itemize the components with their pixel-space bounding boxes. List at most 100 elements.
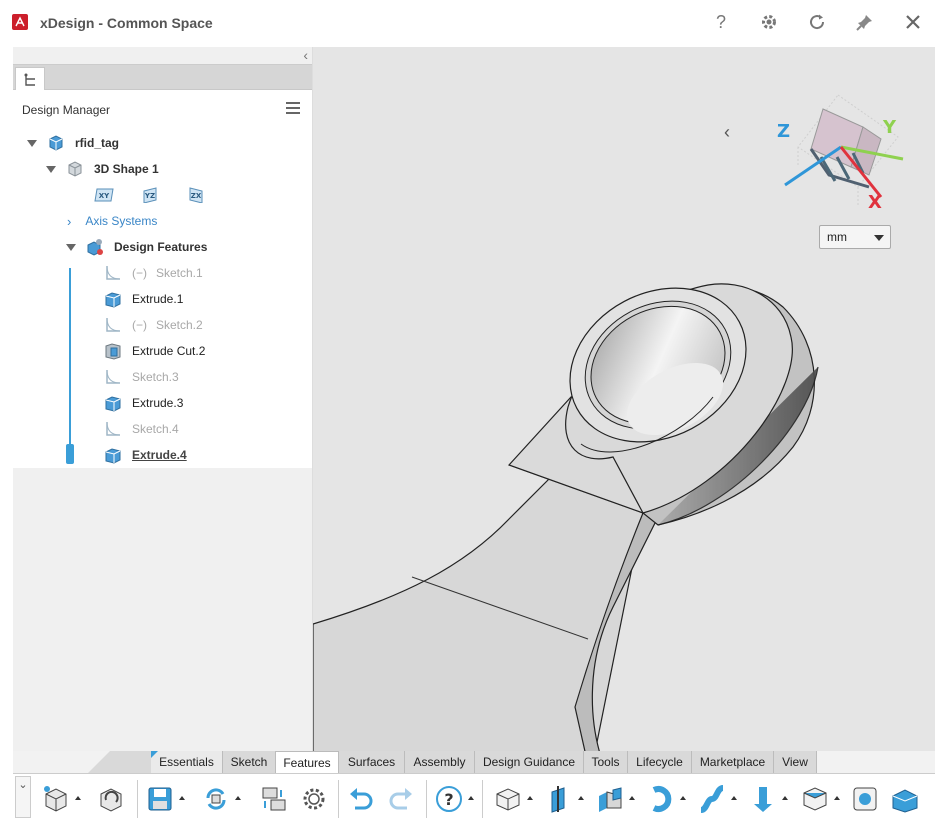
feature-extrude-4[interactable]: Extrude.4: [104, 444, 187, 466]
app-logo-icon: [12, 14, 28, 30]
expand-icon[interactable]: [46, 165, 56, 173]
menu-icon[interactable]: [286, 102, 300, 116]
sketch-icon: [106, 265, 121, 280]
svg-text:?: ?: [444, 790, 453, 809]
shell-icon[interactable]: [798, 782, 840, 816]
revolve-icon[interactable]: [644, 782, 686, 816]
fillet-icon[interactable]: [887, 782, 921, 816]
design-manager-title: Design Manager: [22, 103, 111, 117]
root-label: rfid_tag: [75, 136, 120, 150]
expand-icon[interactable]: [66, 243, 76, 251]
feature-extrude-cut-2[interactable]: Extrude Cut.2: [104, 340, 205, 362]
gear-icon[interactable]: [297, 782, 331, 816]
axis-x-label: X: [868, 192, 882, 213]
axis-systems-node[interactable]: › Axis Systems: [67, 210, 157, 232]
design-manager-header: Design Manager: [13, 90, 312, 130]
sweep-icon[interactable]: [695, 782, 737, 816]
window-title: xDesign - Common Space: [40, 15, 213, 31]
zx-plane-icon[interactable]: ZX: [185, 187, 207, 203]
svg-text:ZX: ZX: [191, 192, 202, 200]
feature-label: Sketch.2: [156, 318, 203, 332]
tab-essentials[interactable]: Essentials: [151, 751, 223, 773]
tab-lifecycle[interactable]: Lifecycle: [628, 751, 692, 773]
3d-viewport[interactable]: Z Y X: [313, 47, 935, 751]
collapse-panel-icon[interactable]: ‹: [303, 47, 308, 63]
feature-sketch-4[interactable]: Sketch.4: [104, 418, 179, 440]
design-manager-panel: ‹ Design Manager rfid_tag 3D Shape 1 XY …: [13, 47, 313, 751]
panel-collapse-bar: ‹: [13, 47, 312, 65]
extrude-icon[interactable]: [491, 782, 533, 816]
tree-root-node[interactable]: rfid_tag: [27, 132, 119, 154]
tab-features[interactable]: Features: [276, 751, 339, 773]
feature-label: Extrude.3: [132, 396, 184, 410]
tab-surfaces[interactable]: Surfaces: [339, 751, 405, 773]
tab-design-guidance[interactable]: Design Guidance: [475, 751, 584, 773]
expand-icon[interactable]: [27, 139, 37, 147]
replace-icon[interactable]: [257, 782, 291, 816]
feature-label: Extrude Cut.2: [132, 344, 206, 358]
pin-icon[interactable]: [853, 10, 877, 34]
extrude-icon: [105, 396, 121, 412]
new-part-icon[interactable]: [39, 782, 81, 816]
history-timeline-bar: [69, 268, 71, 452]
extrude-icon: [105, 448, 121, 464]
feature-tree: rfid_tag 3D Shape 1 XY YZ ZX › Axis Syst…: [13, 130, 312, 468]
3d-shape-icon: [68, 161, 82, 177]
feature-extrude-1[interactable]: Extrude.1: [104, 288, 183, 310]
tab-sketch[interactable]: Sketch: [223, 751, 276, 773]
yz-plane-icon[interactable]: YZ: [139, 187, 161, 203]
tree-icon[interactable]: [15, 67, 45, 91]
feature-sketch-2[interactable]: (−) Sketch.2: [104, 314, 203, 336]
design-features-label: Design Features: [114, 240, 208, 254]
design-features-icon: [87, 239, 103, 256]
rollback-handle[interactable]: [66, 444, 74, 464]
title-bar: xDesign - Common Space ?: [0, 0, 946, 44]
planes-row: XY YZ ZX: [93, 184, 231, 206]
view-triad[interactable]: Z Y X: [763, 87, 913, 217]
units-value: mm: [827, 230, 847, 244]
extrude-cut-icon: [105, 343, 121, 360]
refresh-icon[interactable]: [805, 10, 829, 34]
help-icon[interactable]: ?: [432, 782, 474, 816]
tab-marketplace[interactable]: Marketplace: [692, 751, 774, 773]
save-icon[interactable]: [143, 782, 185, 816]
rebuild-icon[interactable]: [94, 782, 128, 816]
sync-icon[interactable]: [199, 782, 241, 816]
pull-icon[interactable]: [746, 782, 788, 816]
close-icon[interactable]: [901, 10, 925, 34]
feature-sketch-3[interactable]: Sketch.3: [104, 366, 179, 388]
hole-icon[interactable]: [848, 782, 882, 816]
tab-view[interactable]: View: [774, 751, 817, 773]
chevron-left-icon[interactable]: ‹: [724, 122, 730, 143]
part-icon: [49, 135, 63, 151]
boss-icon[interactable]: [593, 782, 635, 816]
undo-icon[interactable]: [344, 782, 378, 816]
redo-icon[interactable]: [384, 782, 418, 816]
units-dropdown[interactable]: mm: [819, 225, 891, 249]
feature-label: Extrude.1: [132, 292, 184, 306]
axis-systems-label: Axis Systems: [85, 214, 158, 228]
sketch-icon: [106, 317, 121, 332]
shape-node[interactable]: 3D Shape 1: [46, 158, 159, 180]
design-features-node[interactable]: Design Features: [66, 236, 207, 258]
sketch-icon: [106, 421, 121, 436]
feature-extrude-3[interactable]: Extrude.3: [104, 392, 183, 414]
feature-label: Sketch.3: [132, 370, 179, 384]
feature-label: Sketch.4: [132, 422, 179, 436]
svg-text:XY: XY: [99, 192, 110, 200]
toolbar-expand-button[interactable]: ⌄: [15, 776, 31, 818]
feature-label: Sketch.1: [156, 266, 203, 280]
chevron-right-icon[interactable]: ›: [67, 214, 71, 229]
xy-plane-icon[interactable]: XY: [93, 187, 115, 203]
settings-icon[interactable]: [757, 10, 781, 34]
tab-tools[interactable]: Tools: [584, 751, 628, 773]
suppressed-marker: (−): [132, 318, 147, 332]
plane-icon[interactable]: [542, 782, 584, 816]
tab-assembly[interactable]: Assembly: [405, 751, 475, 773]
panel-tab-strip: [13, 65, 312, 91]
axis-z-label: Z: [777, 121, 790, 142]
svg-text:YZ: YZ: [144, 192, 155, 200]
extrude-icon: [105, 292, 121, 308]
help-icon[interactable]: ?: [709, 10, 733, 34]
feature-sketch-1[interactable]: (−) Sketch.1: [104, 262, 203, 284]
